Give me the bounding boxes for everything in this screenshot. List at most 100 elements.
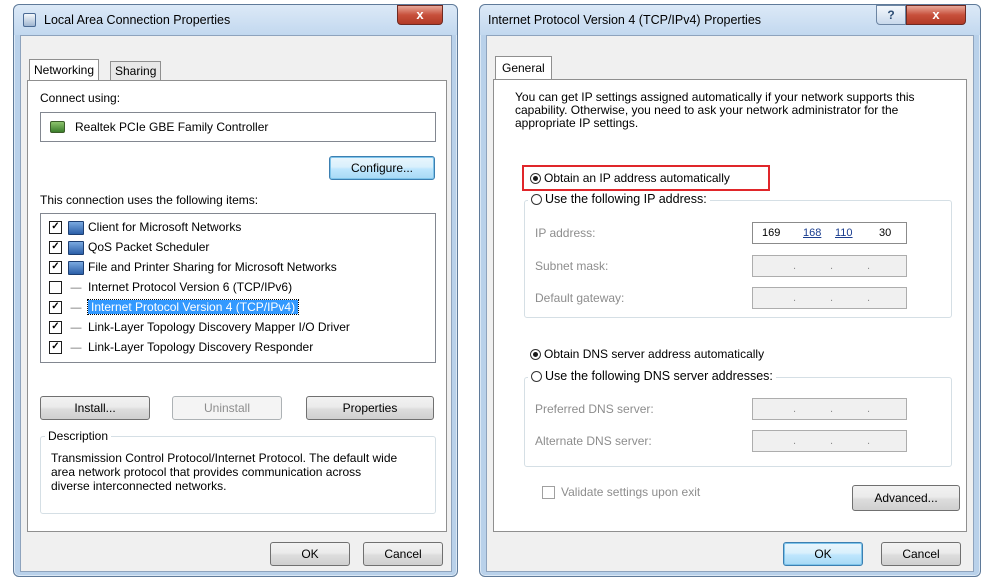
adapter-icon [50, 121, 65, 133]
item-label: QoS Packet Scheduler [88, 240, 210, 254]
static-dns-group [524, 377, 952, 467]
lan-title-bar[interactable]: Local Area Connection Properties x [14, 5, 457, 35]
list-item[interactable]: — Internet Protocol Version 6 (TCP/IPv6) [49, 277, 435, 297]
ipv4-ok-button[interactable]: OK [783, 542, 863, 566]
item-checkbox[interactable]: ✓ [49, 241, 62, 255]
protocol-icon: — [70, 341, 82, 354]
preferred-dns-field[interactable]: . . . [752, 398, 907, 420]
ip-address-field[interactable]: 169 168 110 30 [752, 222, 907, 244]
network-window-icon [23, 13, 36, 27]
octet-separator: . [867, 260, 871, 272]
octet-separator: . [793, 260, 797, 272]
item-label: Internet Protocol Version 4 (TCP/IPv4) [86, 299, 300, 315]
octet-separator: . [793, 435, 797, 447]
obtain-ip-radio[interactable] [530, 173, 541, 185]
help-button[interactable]: ? [876, 5, 906, 25]
lan-close-button[interactable]: x [397, 5, 443, 25]
description-label: Description [45, 429, 112, 443]
item-label: Internet Protocol Version 6 (TCP/IPv6) [88, 280, 293, 294]
octet-separator: . [867, 292, 871, 304]
file-sharing-service-icon [68, 260, 84, 275]
protocol-icon: — [70, 321, 82, 334]
ipv4-cancel-button[interactable]: Cancel [881, 542, 961, 566]
ip-address-label: IP address: [535, 226, 596, 240]
ip-octet-2: 168 [803, 227, 822, 239]
use-ip-radio[interactable] [531, 194, 542, 206]
item-checkbox[interactable]: ✓ [49, 261, 62, 275]
items-label: This connection uses the following items… [40, 193, 259, 207]
obtain-dns-radio[interactable] [530, 349, 541, 361]
octet-separator: . [830, 260, 834, 272]
list-item[interactable]: ✓ File and Printer Sharing for Microsoft … [49, 257, 435, 277]
list-item[interactable]: ✓ Client for Microsoft Networks [49, 217, 435, 237]
preferred-dns-label: Preferred DNS server: [535, 402, 654, 416]
client-network-icon [68, 220, 84, 235]
list-item-selected[interactable]: ✓ — Internet Protocol Version 4 (TCP/IPv4) [49, 297, 435, 317]
default-gateway-label: Default gateway: [535, 291, 625, 305]
ipv4-close-button[interactable]: x [906, 5, 966, 25]
obtain-dns-radio-option[interactable]: Obtain DNS server address automatically [530, 347, 764, 361]
protocol-icon: — [70, 301, 82, 314]
properties-button[interactable]: Properties [306, 396, 434, 420]
item-label: Link-Layer Topology Discovery Mapper I/O… [88, 320, 350, 334]
uninstall-button[interactable]: Uninstall [172, 396, 282, 420]
octet-separator: . [830, 403, 834, 415]
item-checkbox[interactable]: ✓ [49, 341, 62, 355]
octet-separator: . [867, 403, 871, 415]
use-ip-radio-option[interactable]: Use the following IP address: [528, 192, 710, 206]
ip-octet-1: 169 [762, 227, 781, 239]
ip-octet-4: 30 [879, 227, 892, 239]
item-label: Client for Microsoft Networks [88, 220, 242, 234]
lan-client-area: Networking Sharing Connect using: Realte… [20, 35, 452, 572]
item-label: File and Printer Sharing for Microsoft N… [88, 260, 337, 274]
item-label: Link-Layer Topology Discovery Responder [88, 340, 314, 354]
obtain-ip-label: Obtain an IP address automatically [544, 171, 730, 185]
validate-label: Validate settings upon exit [561, 485, 701, 499]
validate-checkbox[interactable] [542, 486, 555, 500]
item-checkbox[interactable]: ✓ [49, 221, 62, 235]
use-dns-radio[interactable] [531, 371, 542, 383]
subnet-mask-field[interactable]: . . . [752, 255, 907, 277]
lan-cancel-button[interactable]: Cancel [363, 542, 443, 566]
octet-separator: . [830, 435, 834, 447]
item-checkbox[interactable] [49, 281, 62, 295]
alternate-dns-label: Alternate DNS server: [535, 434, 652, 448]
ip-octet-3: 110 [835, 227, 853, 239]
ipv4-title-bar[interactable]: Internet Protocol Version 4 (TCP/IPv4) P… [480, 5, 980, 35]
advanced-button[interactable]: Advanced... [852, 485, 960, 511]
connect-using-label: Connect using: [40, 91, 121, 105]
lan-properties-window: Local Area Connection Properties x Netwo… [13, 4, 458, 577]
adapter-name: Realtek PCIe GBE Family Controller [75, 120, 269, 134]
description-text: Transmission Control Protocol/Internet P… [51, 451, 398, 493]
ipv4-properties-window: Internet Protocol Version 4 (TCP/IPv4) P… [479, 4, 981, 577]
alternate-dns-field[interactable]: . . . [752, 430, 907, 452]
item-checkbox[interactable]: ✓ [49, 321, 62, 335]
intro-text: You can get IP settings assigned automat… [515, 90, 915, 130]
item-checkbox[interactable]: ✓ [49, 301, 62, 315]
lan-ok-button[interactable]: OK [270, 542, 350, 566]
obtain-ip-radio-option[interactable]: Obtain an IP address automatically [530, 171, 730, 185]
tab-sharing[interactable]: Sharing [110, 61, 162, 80]
octet-separator: . [867, 435, 871, 447]
obtain-dns-label: Obtain DNS server address automatically [544, 347, 765, 361]
default-gateway-field[interactable]: . . . [752, 287, 907, 309]
list-item[interactable]: ✓ QoS Packet Scheduler [49, 237, 435, 257]
configure-button[interactable]: Configure... [329, 156, 435, 180]
use-dns-label: Use the following DNS server addresses: [545, 369, 773, 383]
validate-settings-option[interactable]: Validate settings upon exit [542, 485, 701, 500]
description-group: Description Transmission Control Protoco… [40, 429, 436, 514]
list-item[interactable]: ✓ — Link-Layer Topology Discovery Responde… [49, 337, 435, 357]
use-ip-label: Use the following IP address: [545, 192, 707, 206]
adapter-field: Realtek PCIe GBE Family Controller [40, 112, 436, 142]
tab-networking[interactable]: Networking [29, 59, 100, 80]
items-list: ✓ Client for Microsoft Networks ✓ QoS Pack… [40, 213, 436, 363]
octet-separator: . [793, 403, 797, 415]
qos-service-icon [68, 240, 84, 255]
use-dns-radio-option[interactable]: Use the following DNS server addresses: [528, 369, 776, 383]
tab-general[interactable]: General [495, 56, 552, 79]
octet-separator: . [793, 292, 797, 304]
subnet-mask-label: Subnet mask: [535, 259, 609, 273]
install-button[interactable]: Install... [40, 396, 150, 420]
ipv4-client-area: General You can get IP settings assigned… [486, 35, 974, 572]
list-item[interactable]: ✓ — Link-Layer Topology Discovery Mapper I… [49, 317, 435, 337]
